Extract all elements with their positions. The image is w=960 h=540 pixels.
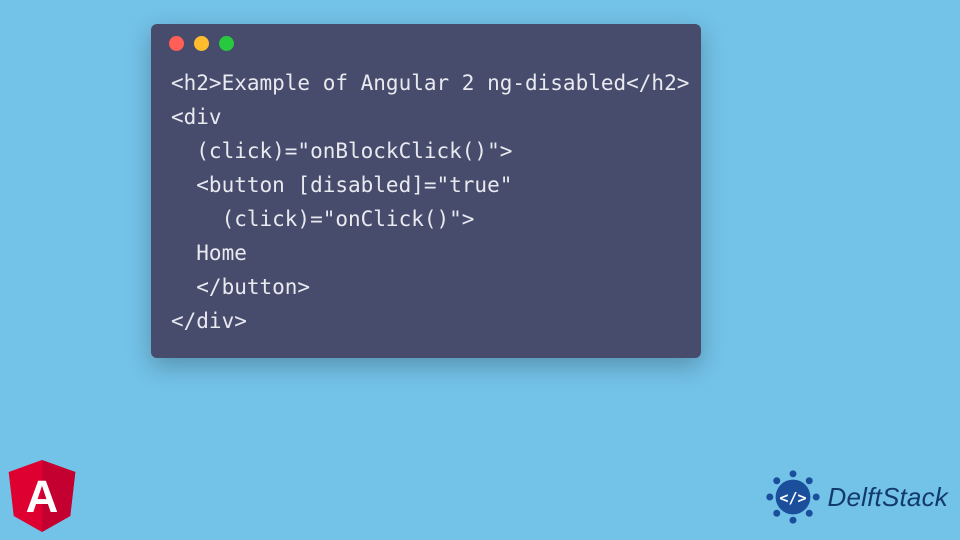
delftstack-badge-icon: </> [764, 468, 822, 526]
delftstack-brand: </> DelftStack [764, 468, 949, 526]
code-block: <h2>Example of Angular 2 ng-disabled</h2… [151, 62, 701, 358]
angular-letter: A [26, 471, 59, 522]
maximize-icon[interactable] [219, 36, 234, 51]
delftstack-label: DelftStack [828, 482, 949, 513]
code-line: </button> [171, 275, 310, 299]
close-icon[interactable] [169, 36, 184, 51]
code-line: </div> [171, 309, 247, 333]
code-line: Home [171, 241, 247, 265]
code-line: <div [171, 105, 222, 129]
code-line: (click)="onClick()"> [171, 207, 474, 231]
code-line: <button [disabled]="true" [171, 173, 512, 197]
minimize-icon[interactable] [194, 36, 209, 51]
code-line: (click)="onBlockClick()"> [171, 139, 512, 163]
svg-text:</>: </> [779, 489, 806, 507]
code-window: <h2>Example of Angular 2 ng-disabled</h2… [151, 24, 701, 358]
angular-logo-icon: A [8, 460, 76, 532]
window-titlebar [151, 24, 701, 62]
code-line: <h2>Example of Angular 2 ng-disabled</h2… [171, 71, 689, 95]
